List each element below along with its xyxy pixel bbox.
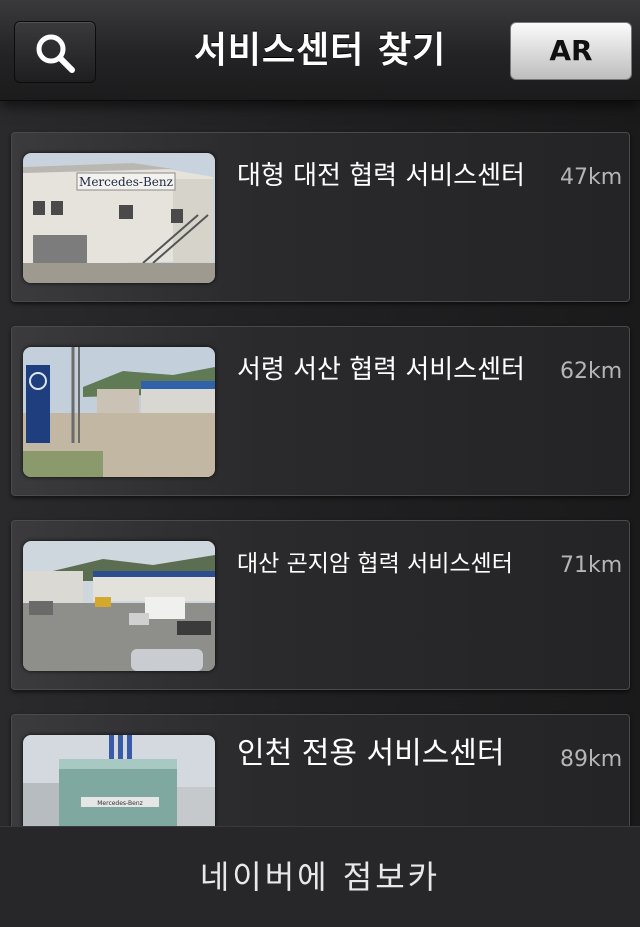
building-photo: Mercedes-Benz [23,153,215,283]
center-photo: Mercedes-Benz [23,153,215,283]
bottom-bar: 네이버에 점보카 [0,826,640,927]
list-item[interactable]: Mercedes-Benz 대형 대전 협력 서비스센터 47km [11,132,630,302]
center-distance: 47km [560,165,623,190]
list-item[interactable]: Mercedes-Benz 인천 전용 서비스센터 89km [11,714,630,826]
building-sign: Mercedes-Benz [79,175,173,189]
ar-button[interactable]: AR [510,22,632,80]
center-name: 대산 곤지암 협력 서비스센터 [237,551,513,577]
list-item[interactable]: 대산 곤지암 협력 서비스센터 71km [11,520,630,690]
center-photo: Mercedes-Benz [23,735,215,826]
top-bar: 서비스센터 찾기 AR [0,0,640,101]
search-icon [36,34,75,73]
center-distance: 89km [560,747,623,772]
center-name: 대형 대전 협력 서비스센터 [237,161,525,191]
center-photo [23,541,215,671]
service-center-list: Mercedes-Benz 대형 대전 협력 서비스센터 47km 서령 서산 … [0,101,640,826]
parking-lot-photo [23,541,215,671]
search-button[interactable] [14,21,96,83]
center-distance: 62km [560,359,623,384]
center-name: 인천 전용 서비스센터 [237,736,505,771]
showroom-photo: Mercedes-Benz [23,735,215,826]
center-distance: 71km [560,553,623,578]
naver-jumbocar-link[interactable]: 네이버에 점보카 [0,857,640,897]
page-title: 서비스센터 찾기 [193,30,447,71]
center-photo [23,347,215,477]
list-item[interactable]: 서령 서산 협력 서비스센터 62km [11,326,630,496]
building-sign: Mercedes-Benz [97,800,143,807]
center-name: 서령 서산 협력 서비스센터 [237,355,525,385]
service-yard-photo [23,347,215,477]
